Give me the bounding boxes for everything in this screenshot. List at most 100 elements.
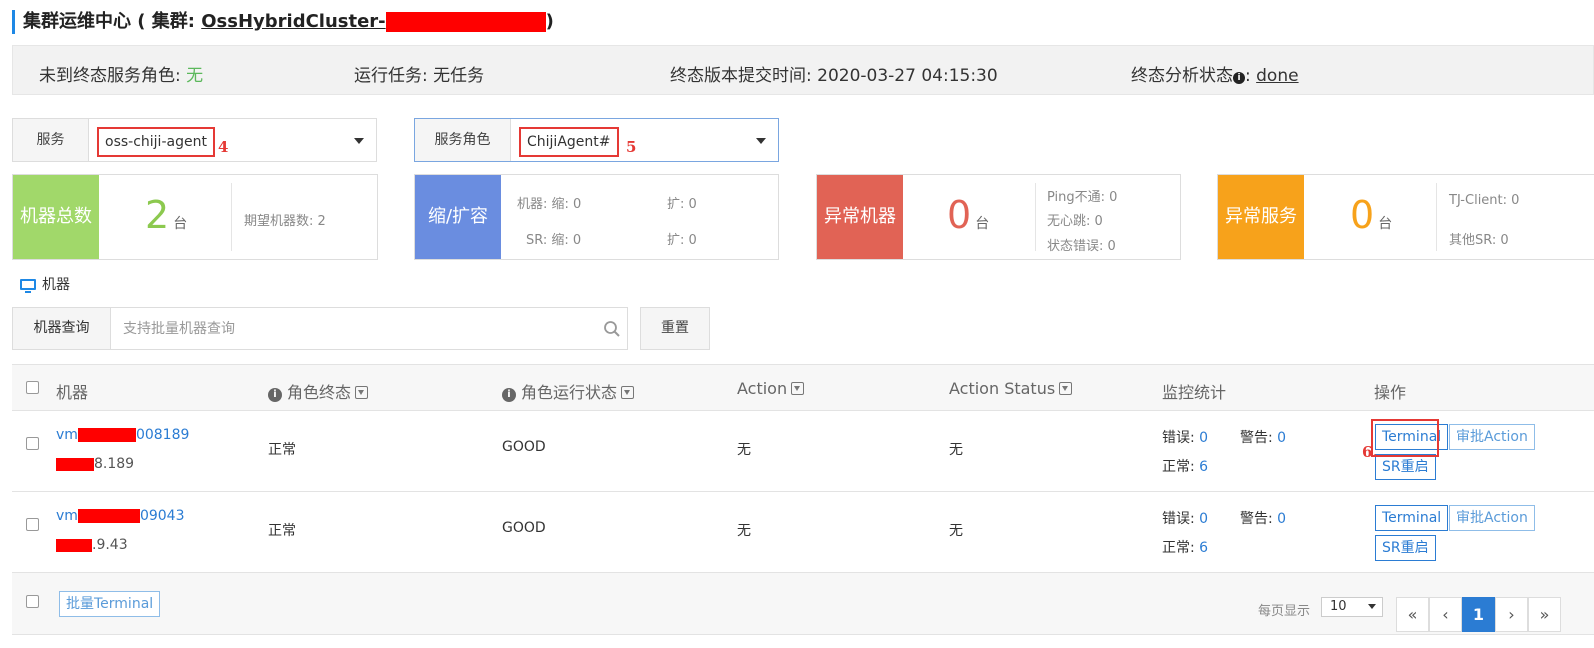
card-divider bbox=[231, 183, 232, 251]
machine-section-label: 机器 bbox=[20, 274, 70, 294]
pager-last-button[interactable]: » bbox=[1528, 597, 1561, 632]
total-count: 2 bbox=[145, 193, 170, 237]
caret-down-icon bbox=[756, 138, 766, 144]
abnormal-machine-count: 0 bbox=[947, 193, 972, 237]
err-label: 错误: bbox=[1162, 430, 1195, 446]
service-select-value: oss-chiji-agent bbox=[97, 127, 215, 157]
card-scale-badge: 缩/扩容 bbox=[415, 175, 501, 259]
page-size-label: 每页显示 bbox=[1258, 604, 1311, 619]
redacted-block bbox=[77, 428, 136, 442]
table-footer: 批量Terminal 每页显示 10 « ‹ 1 › » bbox=[12, 573, 1594, 635]
pending-roles-status: 未到终态服务角色: 无 bbox=[39, 61, 203, 86]
machine-search-input[interactable] bbox=[111, 308, 627, 349]
sr-restart-button[interactable]: SR重启 bbox=[1375, 535, 1436, 561]
monitor-errors: 错误: 0 bbox=[1162, 508, 1208, 528]
service-select-group: 服务 oss-chiji-agent bbox=[12, 118, 377, 162]
running-task-label: 运行任务: bbox=[354, 66, 428, 86]
card-scale: 缩/扩容 机器: 缩: 0 扩: 0 SR: 缩: 0 扩: 0 bbox=[414, 174, 779, 260]
analysis-done-link[interactable]: done bbox=[1256, 66, 1298, 86]
reset-button[interactable]: 重置 bbox=[640, 307, 710, 350]
select-all-checkbox[interactable] bbox=[26, 381, 39, 394]
sr-restart-button[interactable]: SR重启 bbox=[1375, 454, 1436, 480]
approve-action-button[interactable]: 审批Action bbox=[1449, 505, 1535, 531]
card-abnormal-machine-badge: 异常机器 bbox=[817, 175, 903, 259]
role-final-value: 正常 bbox=[268, 442, 296, 458]
header-machine: 机器 bbox=[56, 383, 89, 402]
card-divider bbox=[1035, 183, 1036, 251]
pager-prev-button[interactable]: ‹ bbox=[1429, 597, 1462, 632]
host-suffix: 09043 bbox=[139, 508, 185, 524]
sr-shrink: SR: 缩: 0 bbox=[526, 233, 582, 248]
approve-action-button[interactable]: 审批Action bbox=[1449, 424, 1535, 450]
host-prefix: vm bbox=[56, 508, 78, 524]
row-checkbox[interactable] bbox=[26, 437, 39, 450]
table-row: vm 008189 8.189 正常 GOOD 无 无 错误: 0 警告: 0 正… bbox=[12, 411, 1594, 492]
filter-icon[interactable] bbox=[355, 386, 369, 399]
warn-count[interactable]: 0 bbox=[1277, 430, 1286, 446]
page-title-suffix: ) bbox=[545, 11, 554, 32]
info-icon[interactable]: i bbox=[1233, 72, 1245, 84]
search-icon[interactable] bbox=[603, 320, 621, 338]
page-title-prefix: 集群运维中心 ( 集群: bbox=[23, 11, 202, 32]
pager-next-button[interactable]: › bbox=[1495, 597, 1528, 632]
batch-terminal-button[interactable]: 批量Terminal bbox=[59, 591, 161, 617]
ip-suffix: 8.189 bbox=[94, 456, 135, 472]
pager-page-1-button[interactable]: 1 bbox=[1462, 597, 1495, 632]
total-unit: 台 bbox=[173, 216, 188, 232]
machine-hostname-link[interactable]: vm 008189 bbox=[56, 427, 189, 443]
annotation-4: 4 bbox=[218, 138, 229, 156]
monitor-warnings: 警告: 0 bbox=[1240, 427, 1286, 447]
header-role-final[interactable]: i 角色终态 bbox=[268, 379, 369, 403]
annotation-6: 6. bbox=[1362, 443, 1378, 461]
annotation-5: 5 bbox=[626, 138, 637, 156]
cluster-name[interactable]: OssHybridCluster- bbox=[201, 11, 546, 32]
machine-hostname-link[interactable]: vm 09043 bbox=[56, 508, 184, 524]
abnormal-machine-unit: 台 bbox=[975, 216, 990, 232]
role-select-group: 服务角色 ChijiAgent# bbox=[414, 118, 779, 162]
filter-icon[interactable] bbox=[621, 386, 635, 399]
filter-icon[interactable] bbox=[791, 382, 805, 395]
ip-suffix: .9.43 bbox=[92, 537, 128, 553]
header-action-status[interactable]: Action Status bbox=[949, 379, 1073, 398]
action-value: 无 bbox=[737, 523, 751, 539]
terminal-button[interactable]: Terminal bbox=[1375, 505, 1449, 531]
abnormal-service-count: 0 bbox=[1350, 193, 1375, 237]
ok-count[interactable]: 6 bbox=[1199, 459, 1208, 475]
expected-machines: 期望机器数: 2 bbox=[244, 214, 326, 229]
table-header: 机器 i 角色终态 i 角色运行状态 Action Action Status 监控… bbox=[12, 364, 1594, 411]
monitor-normal: 正常: 6 bbox=[1162, 456, 1208, 476]
info-icon: i bbox=[502, 388, 516, 402]
ok-count[interactable]: 6 bbox=[1199, 540, 1208, 556]
abnormal-service-unit: 台 bbox=[1378, 216, 1393, 232]
page-size-select[interactable]: 10 bbox=[1321, 597, 1383, 617]
state-error: 状态错误: 0 bbox=[1047, 239, 1116, 254]
pager-first-button[interactable]: « bbox=[1396, 597, 1429, 632]
sr-expand: 扩: 0 bbox=[667, 233, 697, 248]
highlight-box bbox=[1371, 419, 1439, 457]
running-task-status: 运行任务: 无任务 bbox=[354, 61, 484, 86]
info-icon: i bbox=[268, 388, 282, 402]
running-task-value: 无任务 bbox=[433, 66, 485, 86]
err-count[interactable]: 0 bbox=[1199, 511, 1208, 527]
role-final-value: 正常 bbox=[268, 523, 296, 539]
filter-icon[interactable] bbox=[1059, 382, 1073, 395]
warn-count[interactable]: 0 bbox=[1277, 511, 1286, 527]
footer-select-checkbox[interactable] bbox=[26, 595, 39, 608]
role-select-value: ChijiAgent# bbox=[519, 127, 619, 157]
header-action[interactable]: Action bbox=[737, 379, 805, 398]
role-run-value: GOOD bbox=[502, 439, 546, 455]
warn-label: 警告: bbox=[1240, 511, 1273, 527]
card-abnormal-service-value: 0台 bbox=[1350, 193, 1392, 246]
service-select[interactable]: oss-chiji-agent bbox=[89, 119, 376, 161]
card-abnormal-machines: 异常机器 0台 Ping不通: 0 无心跳: 0 状态错误: 0 bbox=[816, 174, 1181, 260]
row-checkbox[interactable] bbox=[26, 518, 39, 531]
no-heartbeat: 无心跳: 0 bbox=[1047, 214, 1103, 229]
status-strip: 未到终态服务角色: 无 运行任务: 无任务 终态版本提交时间: 2020-03-… bbox=[12, 45, 1594, 95]
card-abnormal-services: 异常服务 0台 TJ-Client: 0 其他SR: 0 bbox=[1217, 174, 1594, 260]
err-count[interactable]: 0 bbox=[1199, 430, 1208, 446]
header-role-run[interactable]: i 角色运行状态 bbox=[502, 379, 635, 403]
ok-label: 正常: bbox=[1162, 459, 1195, 475]
role-select[interactable]: ChijiAgent# bbox=[511, 119, 778, 161]
machine-section-text: 机器 bbox=[42, 277, 70, 293]
header-monitor: 监控统计 bbox=[1162, 383, 1227, 402]
